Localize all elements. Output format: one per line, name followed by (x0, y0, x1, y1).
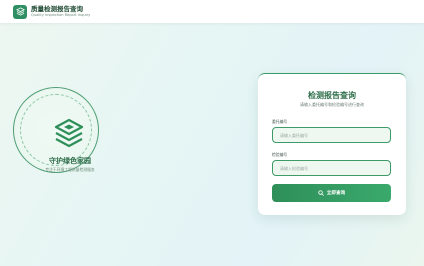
search-icon (318, 190, 324, 196)
top-bar: 质量检测报告查询 Quality Inspection Report Inqui… (0, 0, 424, 23)
commission-label: 委托编号 (272, 119, 288, 124)
inspection-input[interactable] (280, 165, 390, 171)
card-subtitle: 请输入委托编号和检验编号进行查询 (300, 102, 364, 107)
card-title: 检测报告查询 (308, 91, 356, 100)
hero-title: 守护绿色家园 (49, 157, 91, 165)
search-button-label: 立即查询 (326, 191, 346, 196)
inspection-field[interactable] (272, 160, 391, 176)
query-card: 检测报告查询 请输入委托编号和检验编号进行查询 委托编号 检验编号 立即查询 (258, 73, 406, 215)
hero-subtitle: 专注于环境工程质量检测服务 (45, 167, 95, 172)
commission-input[interactable] (280, 132, 390, 138)
search-button[interactable]: 立即查询 (272, 184, 391, 202)
brand: 质量检测报告查询 Quality Inspection Report Inqui… (31, 6, 90, 18)
app-subtitle: Quality Inspection Report Inquiry (31, 12, 91, 17)
layered-shield-icon (53, 117, 85, 149)
commission-field[interactable] (272, 127, 391, 143)
inspection-label: 检验编号 (272, 152, 288, 157)
app-title: 质量检测报告查询 (31, 4, 83, 13)
shield-icon (13, 4, 27, 19)
